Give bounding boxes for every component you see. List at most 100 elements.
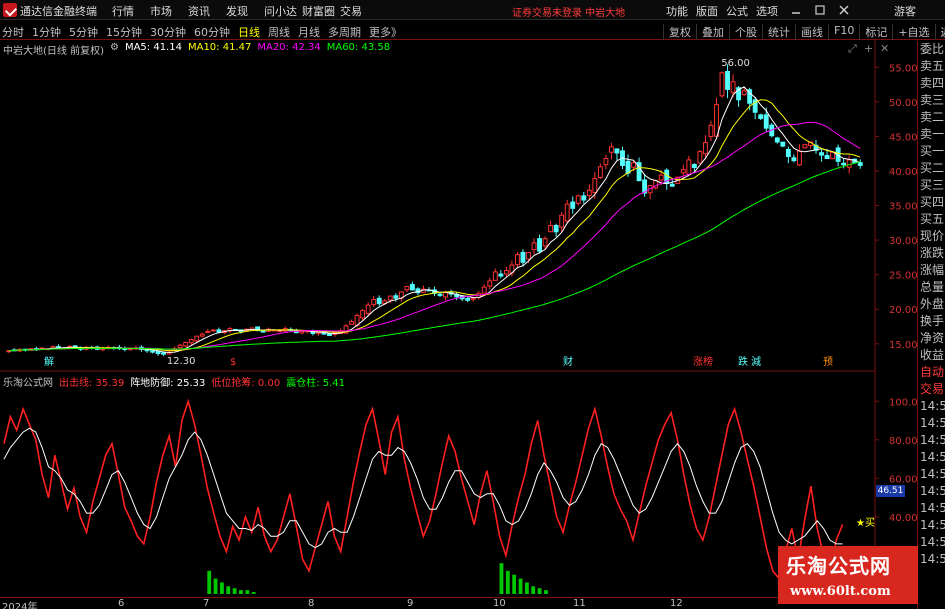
- app-logo-icon: [3, 3, 17, 17]
- period-tab-15min[interactable]: 15分钟: [106, 24, 142, 40]
- period-tab-1min[interactable]: 1分钟: [32, 24, 61, 40]
- sidebar-item[interactable]: 换手: [918, 313, 945, 330]
- candle-body: [210, 329, 216, 332]
- period-tab-weekly[interactable]: 周线: [268, 24, 290, 40]
- high-price-label: 56.00: [721, 58, 750, 69]
- y-tick-label: 35.00: [889, 202, 917, 213]
- period-tabs: 分时 1分钟 5分钟 15分钟 30分钟 60分钟 日线 周线 月线 多周期 更…: [2, 24, 410, 40]
- period-tab-multi[interactable]: 多周期: [328, 24, 361, 40]
- sidebar-item[interactable]: 卖四: [918, 75, 945, 92]
- menu-item-quotes[interactable]: 行情: [112, 3, 150, 19]
- tool-overlay[interactable]: 叠加: [696, 24, 729, 40]
- sidebar-item[interactable]: 总量: [918, 279, 945, 296]
- candle-body: [608, 146, 614, 153]
- candle-body: [564, 203, 570, 222]
- menu-item-wealth[interactable]: 财富圈: [302, 3, 340, 19]
- candle-body: [216, 329, 222, 333]
- low-price-label: 12.30: [167, 356, 196, 367]
- sidebar-item[interactable]: 卖二: [918, 109, 945, 126]
- tool-add-watchlist[interactable]: +自选: [892, 24, 934, 40]
- tool-mark[interactable]: 标记: [859, 24, 892, 40]
- candle-body: [371, 299, 377, 305]
- menu-item-discover[interactable]: 发现: [226, 3, 264, 19]
- candle-body: [360, 310, 366, 319]
- sidebar-time: 14:56: [920, 450, 945, 464]
- sidebar-item[interactable]: 卖三: [918, 92, 945, 109]
- ma20-label: MA20: 42.34: [257, 42, 321, 53]
- tool-f10[interactable]: F10: [828, 24, 859, 40]
- candle-body: [625, 160, 631, 174]
- shake-bar: [512, 574, 517, 594]
- candle-body: [387, 295, 393, 301]
- menu-item-ask[interactable]: 问小达: [264, 3, 302, 19]
- y-tick-label: 30.00: [889, 236, 917, 247]
- menu-item-options[interactable]: 选项: [756, 3, 786, 19]
- main-menu: 行情 市场 资讯 发现 问小达 财富圈 交易: [112, 3, 378, 19]
- candle-body: [592, 178, 598, 194]
- candle-body: [725, 70, 730, 90]
- close-icon[interactable]: [836, 2, 852, 18]
- sidebar-item[interactable]: 卖五: [918, 58, 945, 75]
- settings-icon[interactable]: ⚙: [110, 42, 119, 57]
- sidebar-auto-trade[interactable]: 自动: [918, 364, 945, 381]
- remove-icon[interactable]: ✕: [880, 42, 889, 55]
- sidebar-item[interactable]: 买三: [918, 177, 945, 194]
- candle-body: [365, 304, 371, 314]
- sidebar-item[interactable]: 买五: [918, 211, 945, 228]
- guest-label[interactable]: 游客: [894, 3, 916, 19]
- sidebar-item[interactable]: 买四: [918, 194, 945, 211]
- shake-bar: [213, 578, 218, 594]
- kline-chart[interactable]: 55.00 50.00 45.00 40.00 35.00 30.00 25.00 20.00…: [0, 40, 917, 372]
- period-tab-monthly[interactable]: 月线: [298, 24, 320, 40]
- candle-body: [741, 90, 747, 96]
- period-tab-intraday[interactable]: 分时: [2, 24, 24, 40]
- candle-body: [404, 285, 410, 291]
- period-tab-more[interactable]: 更多》: [369, 24, 402, 40]
- tool-draw[interactable]: 画线: [795, 24, 828, 40]
- tool-stats[interactable]: 统计: [762, 24, 795, 40]
- sidebar-item[interactable]: 买一: [918, 143, 945, 160]
- sidebar-item[interactable]: 收益: [918, 347, 945, 364]
- date-label: 8: [308, 598, 315, 609]
- candle-body: [150, 350, 155, 353]
- sidebar-item[interactable]: 外盘: [918, 296, 945, 313]
- menu-item-trade[interactable]: 交易: [340, 3, 378, 19]
- watermark-url: www.60lt.com: [790, 584, 891, 599]
- period-tab-5min[interactable]: 5分钟: [69, 24, 98, 40]
- menu-item-function[interactable]: 功能: [666, 3, 696, 19]
- add-icon[interactable]: +: [864, 42, 873, 55]
- period-tab-30min[interactable]: 30分钟: [150, 24, 186, 40]
- period-toolbar: 分时 1分钟 5分钟 15分钟 30分钟 60分钟 日线 周线 月线 多周期 更…: [0, 21, 945, 40]
- period-tab-60min[interactable]: 60分钟: [194, 24, 230, 40]
- menu-item-news[interactable]: 资讯: [188, 3, 226, 19]
- menu-item-formula[interactable]: 公式: [726, 3, 756, 19]
- expand-icon[interactable]: ⤢: [848, 42, 857, 56]
- sidebar-auto-trade[interactable]: 交易: [918, 381, 945, 398]
- sidebar-item[interactable]: 卖一: [918, 126, 945, 143]
- maximize-icon[interactable]: [812, 2, 828, 18]
- candle-body: [575, 195, 581, 204]
- candle-body: [470, 297, 476, 300]
- menu-item-layout[interactable]: 版面: [696, 3, 726, 19]
- sidebar-time: 14:56: [920, 552, 945, 566]
- y-tick-label: 15.00: [889, 340, 917, 351]
- candle-body: [680, 169, 686, 174]
- sidebar-item[interactable]: 买二: [918, 160, 945, 177]
- tool-adjust[interactable]: 复权: [663, 24, 696, 40]
- sidebar-item[interactable]: 涨幅: [918, 262, 945, 279]
- sidebar-item[interactable]: 委比: [918, 41, 945, 58]
- ma60-line: [8, 161, 861, 352]
- tool-back[interactable]: 返回: [934, 24, 945, 40]
- minimize-icon[interactable]: [788, 2, 804, 18]
- login-warning[interactable]: 证券交易未登录 中岩大地: [512, 4, 625, 19]
- shake-bar: [531, 586, 536, 594]
- period-tab-daily[interactable]: 日线: [238, 24, 260, 40]
- ma10-line: [8, 99, 861, 352]
- tool-stock[interactable]: 个股: [729, 24, 762, 40]
- menu-item-market[interactable]: 市场: [150, 3, 188, 19]
- sidebar-item[interactable]: 现价: [918, 228, 945, 245]
- sidebar-item[interactable]: 净资: [918, 330, 945, 347]
- sidebar-item[interactable]: 涨跌: [918, 245, 945, 262]
- y-tick-label: 55.00: [889, 63, 917, 74]
- candle-body: [327, 333, 332, 337]
